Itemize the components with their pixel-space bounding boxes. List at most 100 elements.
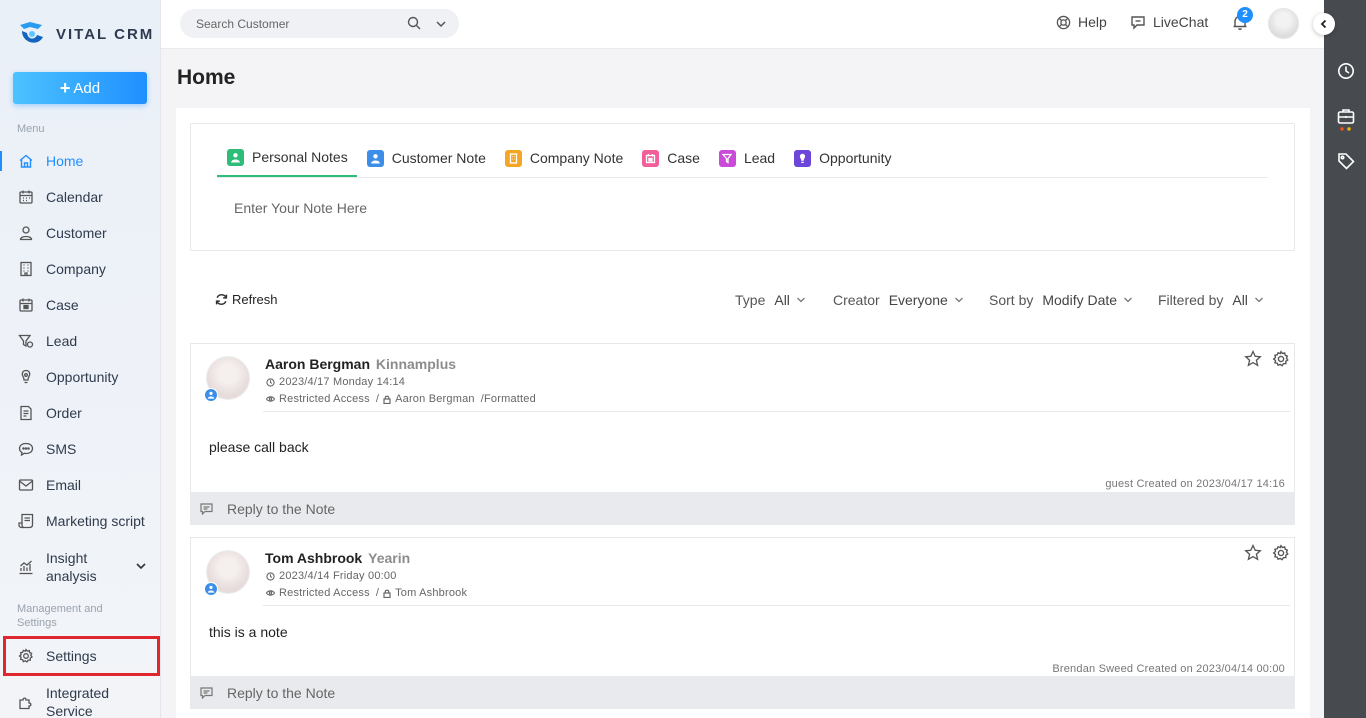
type-filter[interactable]: Type All bbox=[735, 292, 806, 308]
author-name: Aaron Bergman bbox=[265, 356, 371, 372]
sidebar-item-case[interactable]: Case bbox=[0, 287, 160, 323]
note-input[interactable] bbox=[234, 200, 1134, 216]
sidebar-item-lead[interactable]: Lead bbox=[0, 323, 160, 359]
note-author[interactable]: Tom Ashbrook Yearin bbox=[265, 550, 410, 566]
tab-company-note[interactable]: Company Note bbox=[495, 139, 632, 177]
note-created-info: Brendan Sweed Created on 2023/04/14 00:0… bbox=[1052, 663, 1285, 675]
reply-to-note-button[interactable]: Reply to the Note bbox=[190, 676, 1295, 709]
sidebar-item-home[interactable]: Home bbox=[0, 143, 160, 179]
help-label: Help bbox=[1078, 14, 1107, 30]
chevron-down-icon bbox=[135, 558, 147, 576]
settings-highlight-box bbox=[3, 636, 160, 676]
owner-text: Aaron Bergman bbox=[395, 393, 475, 405]
author-company: Kinnamplus bbox=[375, 356, 457, 372]
reply-label: Reply to the Note bbox=[227, 500, 336, 517]
creator-filter[interactable]: Creator Everyone bbox=[833, 292, 964, 308]
refresh-button[interactable]: Refresh bbox=[215, 292, 278, 307]
order-icon bbox=[18, 405, 34, 421]
tab-lead[interactable]: Lead bbox=[709, 139, 784, 177]
livechat-label: LiveChat bbox=[1153, 14, 1209, 30]
help-link[interactable]: Help bbox=[1056, 14, 1107, 30]
home-icon bbox=[18, 153, 34, 169]
chevron-left-icon bbox=[1320, 19, 1327, 29]
livechat-icon bbox=[1131, 15, 1145, 30]
tab-personal-notes[interactable]: Personal Notes bbox=[217, 139, 357, 177]
author-company: Yearin bbox=[368, 550, 411, 566]
search-icon[interactable] bbox=[407, 16, 421, 33]
logo-icon bbox=[16, 19, 46, 49]
user-avatar[interactable] bbox=[1268, 8, 1299, 39]
tab-opportunity[interactable]: Opportunity bbox=[784, 139, 900, 177]
sidebar-item-calendar[interactable]: Calendar bbox=[0, 179, 160, 215]
refresh-icon bbox=[215, 294, 228, 305]
plus-icon: + bbox=[59, 77, 71, 98]
sidebar-item-integrated-service[interactable]: Integrated Service bbox=[0, 682, 160, 718]
user-icon bbox=[18, 225, 34, 241]
sort-filter-label: Sort by bbox=[989, 292, 1034, 308]
notification-badge: 2 bbox=[1237, 7, 1253, 23]
sidebar-item-marketing-script[interactable]: Marketing script bbox=[0, 503, 160, 539]
gear-icon[interactable] bbox=[1272, 350, 1290, 371]
sidebar-item-order[interactable]: Order bbox=[0, 395, 160, 431]
star-icon[interactable] bbox=[1244, 543, 1262, 565]
funnel-icon bbox=[718, 149, 736, 167]
building-icon bbox=[18, 261, 34, 277]
creator-filter-value: Everyone bbox=[888, 292, 948, 308]
sidebar-item-insight-analysis[interactable]: Insight analysis bbox=[0, 547, 160, 587]
sidebar-item-sms[interactable]: SMS bbox=[0, 431, 160, 467]
sidebar-item-label: Lead bbox=[46, 333, 78, 349]
sidebar-item-customer[interactable]: Customer bbox=[0, 215, 160, 251]
note-datetime: 2023/4/14 Friday 00:00 bbox=[266, 570, 397, 582]
sidebar-item-label: Marketing script bbox=[46, 513, 145, 529]
note-content: this is a note bbox=[209, 624, 288, 640]
search-input[interactable] bbox=[196, 16, 396, 31]
tabs-divider bbox=[217, 177, 1268, 178]
chevron-down-icon[interactable] bbox=[435, 17, 447, 33]
sort-filter[interactable]: Sort by Modify Date bbox=[989, 292, 1133, 308]
access-text: Restricted Access bbox=[279, 393, 370, 405]
tab-case[interactable]: Case bbox=[632, 139, 709, 177]
briefcase-icon[interactable] bbox=[1337, 108, 1355, 135]
sidebar-item-company[interactable]: Company bbox=[0, 251, 160, 287]
menu-section-label: Menu bbox=[17, 123, 45, 135]
clock-icon[interactable] bbox=[1337, 62, 1355, 83]
star-icon[interactable] bbox=[1244, 349, 1262, 371]
creator-filter-label: Creator bbox=[833, 292, 880, 308]
customer-badge-icon bbox=[204, 582, 218, 596]
livechat-link[interactable]: LiveChat bbox=[1130, 14, 1208, 30]
tab-label: Lead bbox=[743, 150, 776, 166]
chevron-down-icon bbox=[796, 292, 806, 308]
filtered-by-label: Filtered by bbox=[1158, 292, 1224, 308]
tab-customer-note[interactable]: Customer Note bbox=[357, 139, 495, 177]
filtered-by-filter[interactable]: Filtered by All bbox=[1158, 292, 1264, 308]
sidebar-item-label: Integrated Service bbox=[46, 685, 110, 718]
mail-icon bbox=[18, 477, 34, 493]
clock-icon bbox=[266, 571, 275, 581]
funnel-icon bbox=[18, 333, 34, 349]
tab-label: Case bbox=[667, 150, 700, 166]
add-button-label: Add bbox=[73, 79, 101, 97]
script-icon bbox=[18, 513, 34, 529]
page-title: Home bbox=[177, 66, 236, 89]
chat-icon bbox=[18, 441, 34, 457]
access-text: Restricted Access bbox=[279, 587, 370, 599]
divider bbox=[263, 605, 1290, 606]
add-button[interactable]: + Add bbox=[13, 72, 147, 104]
datetime-text: 2023/4/17 Monday 14:14 bbox=[279, 376, 406, 388]
tag-icon[interactable] bbox=[1337, 152, 1355, 173]
note-created-info: guest Created on 2023/04/17 14:16 bbox=[1105, 478, 1285, 490]
sidebar-item-email[interactable]: Email bbox=[0, 467, 160, 503]
chevron-down-icon bbox=[1254, 292, 1264, 308]
gear-icon[interactable] bbox=[1272, 544, 1290, 565]
sidebar-item-opportunity[interactable]: Opportunity bbox=[0, 359, 160, 395]
collapse-rail-button[interactable] bbox=[1313, 13, 1335, 35]
type-filter-value: All bbox=[774, 292, 790, 308]
note-access: Restricted Access / Tom Ashbrook bbox=[266, 587, 467, 599]
reply-to-note-button[interactable]: Reply to the Note bbox=[190, 492, 1295, 525]
note-author[interactable]: Aaron Bergman Kinnamplus bbox=[265, 356, 456, 372]
sidebar-item-label: Calendar bbox=[46, 189, 103, 205]
chevron-down-icon bbox=[954, 292, 964, 308]
lock-icon bbox=[383, 589, 391, 598]
chart-icon bbox=[18, 559, 34, 575]
logo[interactable]: VITAL CRM bbox=[16, 18, 154, 50]
